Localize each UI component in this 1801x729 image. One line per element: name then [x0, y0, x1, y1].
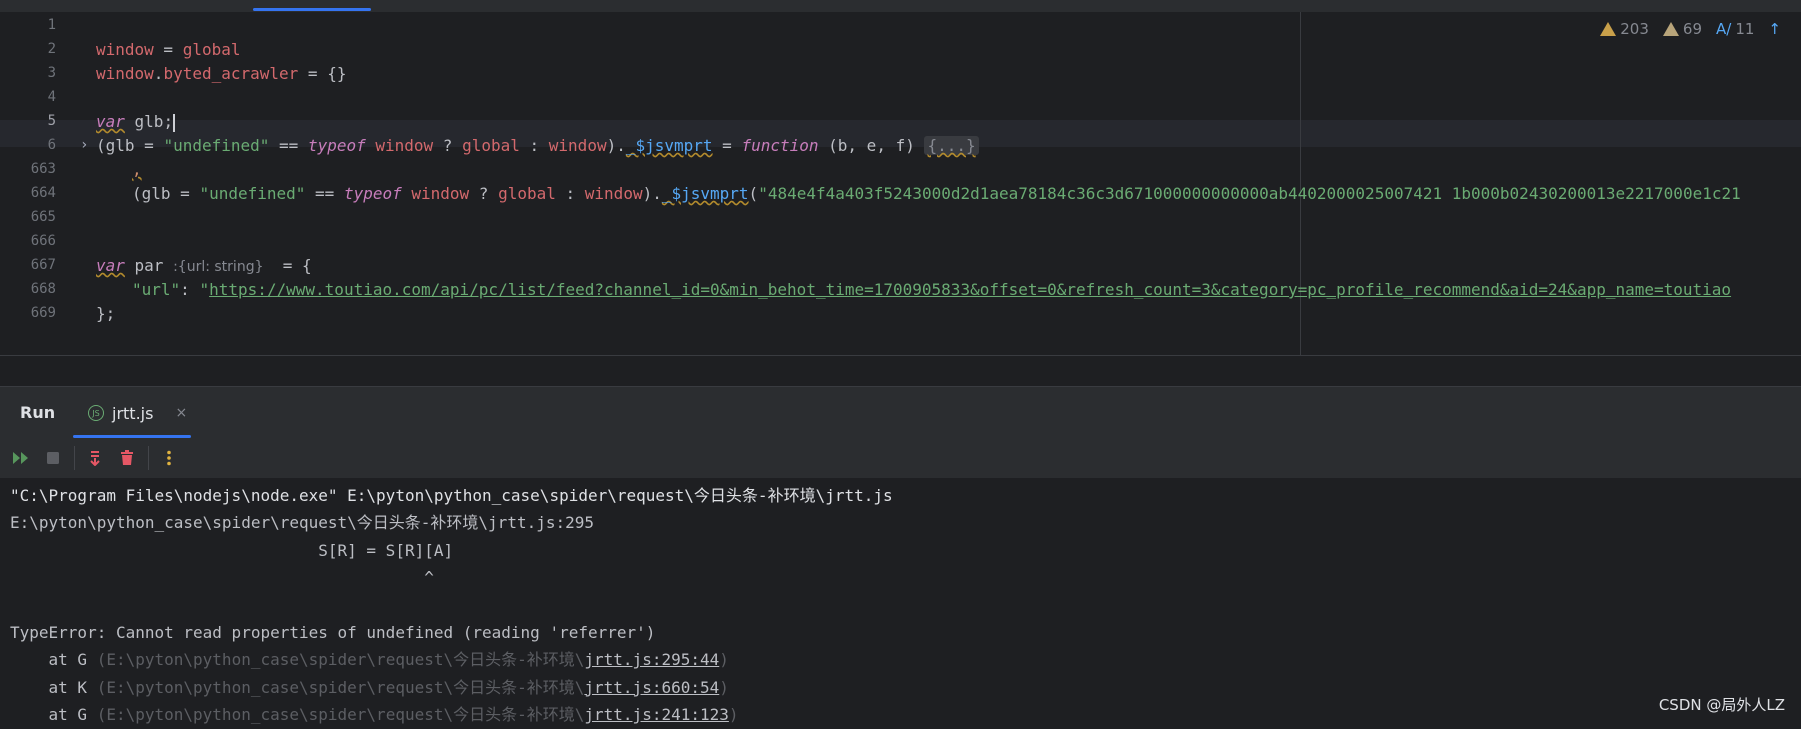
line-number: 667: [30, 257, 56, 273]
line-number: 665: [30, 209, 56, 225]
toolbar-separator: [148, 446, 149, 470]
rerun-icon[interactable]: [11, 448, 31, 468]
line-number: 1: [47, 17, 56, 33]
line-number: 2: [47, 41, 56, 57]
more-options-icon[interactable]: [159, 448, 179, 468]
code-editor[interactable]: 1 2 3 4 5 6 663 664 665 666 667 668 669 …: [0, 0, 1801, 356]
line-number: 664: [30, 185, 56, 201]
stop-icon[interactable]: [43, 448, 63, 468]
toolbar-separator: [74, 446, 75, 470]
console-line: "C:\Program Files\nodejs\node.exe" E:\py…: [10, 486, 893, 505]
line-number: 4: [47, 89, 56, 105]
fold-chevron-right-icon[interactable]: ›: [80, 132, 94, 159]
clear-console-trash-icon[interactable]: [117, 448, 137, 468]
inspection-widget[interactable]: 203 69 A/11 ↑: [1600, 18, 1781, 40]
folded-code-block[interactable]: {...}: [924, 136, 979, 155]
run-panel-title: Run: [20, 403, 56, 422]
line-number: 666: [30, 233, 56, 249]
line-number: 668: [30, 281, 56, 297]
warning-triangle-icon: [1600, 22, 1617, 36]
code-line: var par :{url: string} = {: [96, 256, 312, 275]
console-line: S[R] = S[R][A]: [10, 540, 454, 560]
code-line: window = global: [96, 40, 241, 59]
stack-trace-line: at G (E:\pyton\python_case\spider\reques…: [10, 705, 739, 725]
watermark-text: CSDN @局外人LZ: [1658, 696, 1785, 714]
console-line: ^: [10, 568, 434, 588]
code-line: };: [96, 304, 116, 323]
warning-count[interactable]: 69: [1662, 18, 1702, 40]
type-inlay-hint: :{url: string}: [173, 259, 264, 275]
code-area[interactable]: window = global window.byted_acrawler = …: [96, 12, 1801, 355]
run-tab-jrtt[interactable]: JS jrtt.js ×: [88, 401, 187, 425]
console-error-line: TypeError: Cannot read properties of und…: [10, 622, 656, 642]
console-line: E:\pyton\python_case\spider\request\今日头条…: [10, 513, 595, 533]
line-number: 5: [47, 113, 56, 129]
line-number-gutter[interactable]: 1 2 3 4 5 6 663 664 665 666 667 668 669 …: [0, 12, 96, 355]
weak-warning-triangle-icon: [1662, 22, 1679, 36]
code-line: window.byted_acrawler = {}: [96, 64, 347, 83]
nodejs-file-icon: JS: [88, 405, 104, 421]
run-tab-label: jrtt.js: [112, 403, 154, 423]
stack-trace-file-link[interactable]: jrtt.js:241:123: [584, 705, 729, 724]
run-tool-window: Run JS jrtt.js × "C:\Program Files\nodej…: [0, 386, 1801, 727]
code-line: (glb = "undefined" == typeof window ? gl…: [96, 132, 979, 159]
stack-trace-line: at G (E:\pyton\python_case\spider\reques…: [10, 650, 729, 670]
code-line: ‚: [132, 160, 142, 179]
next-problem-arrow-icon[interactable]: ↑: [1768, 18, 1781, 40]
stack-trace-line: at K (E:\pyton\python_case\spider\reques…: [10, 677, 729, 697]
active-editor-tab-indicator: [253, 8, 371, 11]
line-number: 6: [47, 137, 56, 153]
error-count[interactable]: 203: [1600, 18, 1649, 40]
console-output[interactable]: "C:\Program Files\nodejs\node.exe" E:\py…: [10, 482, 1790, 727]
run-toolbar: [0, 438, 1801, 478]
typo-icon: A/: [1716, 20, 1732, 38]
code-line: (glb = "undefined" == typeof window ? gl…: [132, 184, 1741, 203]
typo-count[interactable]: A/11: [1716, 18, 1754, 40]
line-number: 3: [47, 65, 56, 81]
stack-trace-file-link[interactable]: jrtt.js:660:54: [584, 678, 719, 697]
code-line: var glb;: [96, 112, 176, 132]
url-link[interactable]: https://www.toutiao.com/api/pc/list/feed…: [209, 280, 1731, 299]
line-number: 663: [30, 161, 56, 177]
scroll-to-end-icon[interactable]: [85, 448, 105, 468]
code-line: "url": "https://www.toutiao.com/api/pc/l…: [132, 280, 1732, 299]
close-tab-icon[interactable]: ×: [175, 405, 187, 421]
line-number: 669: [30, 305, 56, 321]
text-caret: [173, 113, 176, 132]
run-tool-window-header: Run JS jrtt.js ×: [0, 386, 1801, 439]
stack-trace-file-link[interactable]: jrtt.js:295:44: [584, 650, 719, 669]
